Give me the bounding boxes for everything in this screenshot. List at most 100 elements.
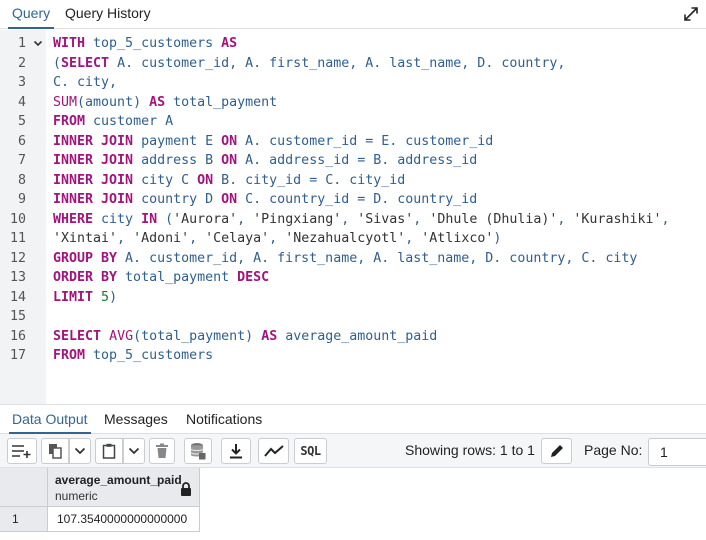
row-number[interactable]: 1 — [0, 507, 48, 532]
edit-rows-button[interactable] — [541, 438, 572, 464]
code-text: SUM(amount) AS total_payment — [53, 93, 277, 113]
code-text: FROM customer A — [53, 112, 173, 132]
line-number: 13 — [9, 270, 26, 285]
copy-options-button[interactable] — [69, 438, 91, 464]
code-token-str: 'Pingxiang' — [253, 211, 342, 227]
table-cell[interactable]: 107.3540000000000000 — [48, 507, 200, 532]
code-line[interactable]: 11 'Xintai', 'Adoni', 'Celaya', 'Nezahual… — [0, 229, 706, 249]
sql-editor[interactable]: 1 WITH top_5_customers AS 2 (SELECT A. cust… — [0, 30, 706, 404]
lock-icon — [181, 482, 191, 496]
code-token-plain: , — [661, 211, 670, 227]
code-line[interactable]: 7 INNER JOIN address B ON A. address_id =… — [0, 151, 706, 171]
tab-data-output[interactable]: Data Output — [9, 405, 91, 434]
code-line[interactable]: 1 WITH top_5_customers AS — [0, 34, 706, 54]
code-line[interactable]: 14 LIMIT 5) — [0, 288, 706, 308]
code-token-kw: WITH — [53, 36, 86, 51]
line-number: 8 — [17, 172, 26, 188]
line-number: 1 — [17, 36, 26, 51]
code-area[interactable]: 1 WITH top_5_customers AS 2 (SELECT A. cust… — [0, 34, 706, 366]
column-type: numeric — [55, 489, 98, 503]
line-number: 15 — [9, 309, 26, 324]
download-button[interactable] — [221, 438, 251, 464]
code-text: INNER JOIN address B ON A. address_id = … — [53, 151, 477, 171]
page-number-input[interactable]: 1 — [648, 438, 706, 466]
code-text: C. city, — [53, 73, 117, 93]
code-line[interactable]: 15 — [0, 307, 706, 327]
code-token-kw: ON — [221, 153, 238, 168]
code-text: INNER JOIN country D ON C. country_id = … — [53, 190, 477, 210]
code-text: INNER JOIN payment E ON A. customer_id =… — [53, 132, 493, 152]
code-text: FROM top_5_customers — [53, 346, 213, 366]
code-text: GROUP BY A. customer_id, A. first_name, … — [53, 249, 637, 269]
tab-query-history[interactable]: Query History — [61, 0, 155, 29]
code-token-fn: AVG — [109, 328, 134, 344]
code-token-plain: , — [405, 231, 422, 246]
sql-button[interactable]: SQL — [294, 438, 327, 464]
code-line[interactable]: 4 SUM(amount) AS total_payment — [0, 93, 706, 113]
grid-corner[interactable] — [0, 468, 48, 507]
code-token-kw: INNER JOIN — [53, 192, 134, 207]
expand-icon[interactable] — [682, 5, 700, 23]
chevron-down-icon — [128, 447, 140, 455]
tab-messages[interactable]: Messages — [101, 405, 171, 434]
delete-button[interactable] — [149, 438, 175, 464]
chevron-down-icon — [74, 447, 86, 455]
code-token-plain: , — [413, 211, 430, 227]
column-header[interactable]: average_amount_paid numeric — [48, 468, 200, 507]
download-icon — [230, 444, 242, 459]
code-line[interactable]: 9 INNER JOIN country D ON C. country_id =… — [0, 190, 706, 210]
add-row-button[interactable] — [7, 438, 37, 464]
code-token-kw: DESC — [237, 270, 270, 285]
code-token-plain: payment E — [133, 133, 222, 149]
code-token-plain: A. customer_id, A. first_name, A. last_n… — [109, 55, 566, 71]
line-number: 2 — [17, 55, 26, 71]
code-token-plain: C. city, — [53, 75, 118, 90]
save-data-button[interactable] — [184, 438, 212, 464]
code-token-plain: total_payment — [117, 270, 238, 285]
code-token-kw: AS — [149, 94, 166, 110]
code-line[interactable]: 10 WHERE city IN ('Aurora', 'Pingxiang', … — [0, 210, 706, 230]
tab-query[interactable]: Query — [8, 0, 55, 29]
tab-notifications[interactable]: Notifications — [183, 405, 265, 434]
line-chart-icon — [263, 445, 284, 457]
code-token-plain: ) — [493, 231, 502, 246]
graph-visualiser-button[interactable] — [258, 438, 289, 464]
code-token-plain: ( — [157, 211, 174, 227]
code-line[interactable]: 3 C. city, — [0, 73, 706, 93]
line-number: 6 — [17, 133, 26, 149]
code-token-plain: total_payment — [165, 94, 278, 110]
code-text: LIMIT 5) — [53, 288, 117, 308]
paste-button[interactable] — [95, 438, 123, 464]
code-line[interactable]: 8 INNER JOIN city C ON B. city_id = C. ci… — [0, 171, 706, 191]
code-line[interactable]: 17 FROM top_5_customers — [0, 346, 706, 366]
code-token-plain: B. city_id = C. city_id — [213, 172, 406, 188]
code-token-plain: , — [237, 211, 254, 227]
copy-button[interactable] — [41, 438, 69, 464]
code-line[interactable]: 12 GROUP BY A. customer_id, A. first_name… — [0, 249, 706, 269]
code-token-plain: country D — [133, 192, 222, 207]
code-line[interactable]: 16 SELECT AVG(total_payment) AS average_a… — [0, 327, 706, 347]
code-token-num: 5 — [101, 289, 110, 305]
code-text: 'Xintai', 'Adoni', 'Celaya', 'Nezahualcy… — [53, 229, 501, 249]
code-token-plain: customer A — [85, 114, 174, 129]
code-token-str: 'Xintai' — [53, 231, 118, 246]
paste-icon — [102, 443, 116, 459]
code-token-str: 'Nezahualcyotl' — [285, 231, 406, 246]
code-token-plain: city C — [133, 172, 198, 188]
code-token-kw: ON — [221, 192, 238, 207]
code-token-kw: INNER JOIN — [53, 172, 134, 188]
code-line[interactable]: 13 ORDER BY total_payment DESC — [0, 268, 706, 288]
code-line[interactable]: 2 (SELECT A. customer_id, A. first_name, … — [0, 54, 706, 74]
line-number: 3 — [17, 75, 26, 90]
code-line[interactable]: 5 FROM customer A — [0, 112, 706, 132]
code-token-str: 'Sivas' — [357, 211, 414, 227]
paste-options-button[interactable] — [123, 438, 145, 464]
line-number: 17 — [9, 348, 26, 363]
code-token-kw: FROM — [53, 348, 86, 363]
code-token-plain: , — [557, 211, 574, 227]
column-name: average_amount_paid — [55, 473, 182, 487]
code-text: SELECT AVG(total_payment) AS average_amo… — [53, 327, 437, 347]
code-token-plain: address B — [133, 153, 222, 168]
code-token-str: 'Adoni' — [133, 231, 190, 246]
code-line[interactable]: 6 INNER JOIN payment E ON A. customer_id … — [0, 132, 706, 152]
